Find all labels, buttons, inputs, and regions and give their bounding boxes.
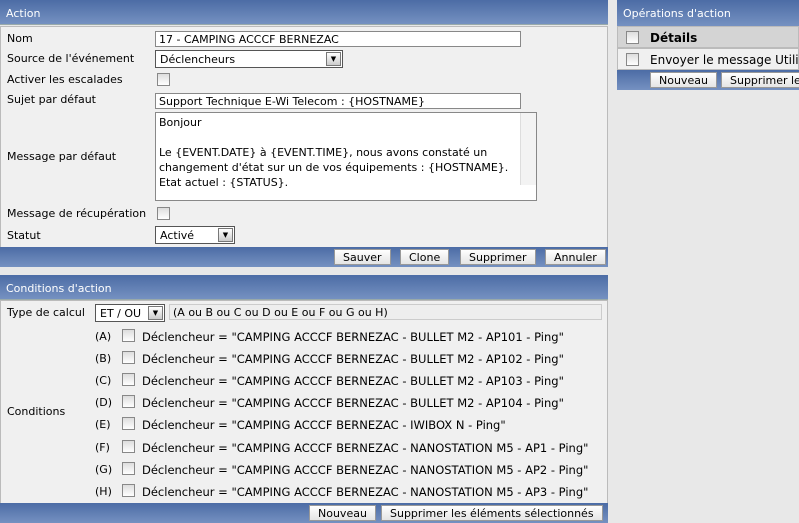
- condition-text: Déclencheur = "CAMPING ACCCF BERNEZAC - …: [142, 330, 564, 344]
- escalation-label: Activer les escalades: [7, 73, 123, 86]
- condition-text: Déclencheur = "CAMPING ACCCF BERNEZAC - …: [142, 374, 564, 388]
- conditions-label: Conditions: [7, 405, 66, 418]
- panel-gap: [608, 0, 617, 523]
- condition-checkbox[interactable]: [122, 329, 135, 342]
- save-button[interactable]: Sauver: [334, 249, 391, 265]
- message-line: Etat actuel : {STATUS}.: [159, 176, 289, 189]
- clone-button[interactable]: Clone: [400, 249, 450, 265]
- condition-checkbox[interactable]: [122, 417, 135, 430]
- delete-selected-operations-button[interactable]: Supprimer les éléments sélectionnés: [721, 72, 799, 88]
- name-input[interactable]: 17 - CAMPING ACCCF BERNEZAC: [155, 31, 521, 47]
- recovery-label: Message de récupération: [7, 207, 147, 220]
- subject-input[interactable]: Support Technique E-Wi Telecom : {HOSTNA…: [155, 93, 521, 109]
- calc-type-select[interactable]: ET / OU ▼: [95, 304, 165, 322]
- calc-type-value: ET / OU: [100, 307, 142, 320]
- message-textarea[interactable]: Bonjour Le {EVENT.DATE} à {EVENT.TIME}, …: [155, 112, 537, 201]
- condition-text: Déclencheur = "CAMPING ACCCF BERNEZAC - …: [142, 441, 589, 455]
- conditions-button-bar: Nouveau Supprimer les éléments sélection…: [0, 503, 608, 523]
- delete-selected-conditions-button[interactable]: Supprimer les éléments sélectionnés: [381, 505, 603, 521]
- new-condition-button[interactable]: Nouveau: [309, 505, 376, 521]
- recovery-checkbox[interactable]: [157, 207, 170, 220]
- condition-id: (B): [95, 352, 112, 365]
- message-label: Message par défaut: [7, 150, 117, 163]
- status-label: Statut: [7, 229, 41, 242]
- details-column-header: Détails: [650, 31, 698, 45]
- status-select[interactable]: Activé ▼: [155, 226, 235, 244]
- source-value: Déclencheurs: [160, 53, 236, 66]
- condition-id: (E): [95, 418, 111, 431]
- new-operation-button[interactable]: Nouveau: [650, 72, 717, 88]
- message-line: [159, 130, 533, 145]
- status-value: Activé: [160, 229, 195, 242]
- condition-id: (H): [95, 485, 112, 498]
- condition-id: (F): [95, 441, 110, 454]
- chevron-down-icon: ▼: [218, 228, 233, 242]
- operations-button-bar: Nouveau Supprimer les éléments sélection…: [617, 70, 799, 90]
- condition-id: (A): [95, 330, 112, 343]
- operation-details: Envoyer le message Utilisateurs: [650, 53, 799, 67]
- action-button-bar: Sauver Clone Supprimer Annuler: [0, 247, 608, 267]
- operations-header: Opérations d'action: [617, 0, 799, 27]
- condition-text: Déclencheur = "CAMPING ACCCF BERNEZAC - …: [142, 396, 564, 410]
- operations-table-header: Détails: [617, 26, 799, 48]
- subject-label: Sujet par défaut: [7, 93, 96, 106]
- source-select[interactable]: Déclencheurs ▼: [155, 50, 343, 68]
- select-all-checkbox[interactable]: [626, 31, 639, 44]
- condition-text: Déclencheur = "CAMPING ACCCF BERNEZAC - …: [142, 352, 564, 366]
- action-header: Action: [0, 0, 608, 25]
- delete-button[interactable]: Supprimer: [460, 249, 536, 265]
- textarea-scrollbar[interactable]: [520, 113, 536, 185]
- condition-checkbox[interactable]: [122, 462, 135, 475]
- formula-field: (A ou B ou C ou D ou E ou F ou G ou H): [169, 304, 602, 320]
- condition-id: (D): [95, 396, 113, 409]
- source-label: Source de l'événement: [7, 52, 135, 65]
- condition-id: (C): [95, 374, 112, 387]
- condition-checkbox[interactable]: [122, 373, 135, 386]
- calc-type-label: Type de calcul: [7, 306, 85, 319]
- condition-checkbox[interactable]: [122, 484, 135, 497]
- operation-row: Envoyer le message Utilisateurs: [617, 48, 799, 70]
- condition-text: Déclencheur = "CAMPING ACCCF BERNEZAC - …: [142, 485, 589, 499]
- condition-id: (G): [95, 463, 113, 476]
- condition-checkbox[interactable]: [122, 351, 135, 364]
- condition-checkbox[interactable]: [122, 395, 135, 408]
- name-label: Nom: [7, 32, 33, 45]
- operation-checkbox[interactable]: [626, 53, 639, 66]
- cancel-button[interactable]: Annuler: [545, 249, 606, 265]
- condition-checkbox[interactable]: [122, 440, 135, 453]
- escalation-checkbox[interactable]: [157, 73, 170, 86]
- message-line: changement d'état sur un de vos équipeme…: [159, 161, 509, 174]
- condition-text: Déclencheur = "CAMPING ACCCF BERNEZAC - …: [142, 418, 506, 432]
- message-line: Le {EVENT.DATE} à {EVENT.TIME}, nous avo…: [159, 146, 488, 159]
- chevron-down-icon: ▼: [326, 52, 341, 66]
- message-line: Bonjour: [159, 116, 202, 129]
- chevron-down-icon: ▼: [148, 306, 163, 320]
- condition-text: Déclencheur = "CAMPING ACCCF BERNEZAC - …: [142, 463, 589, 477]
- conditions-header: Conditions d'action: [0, 275, 608, 300]
